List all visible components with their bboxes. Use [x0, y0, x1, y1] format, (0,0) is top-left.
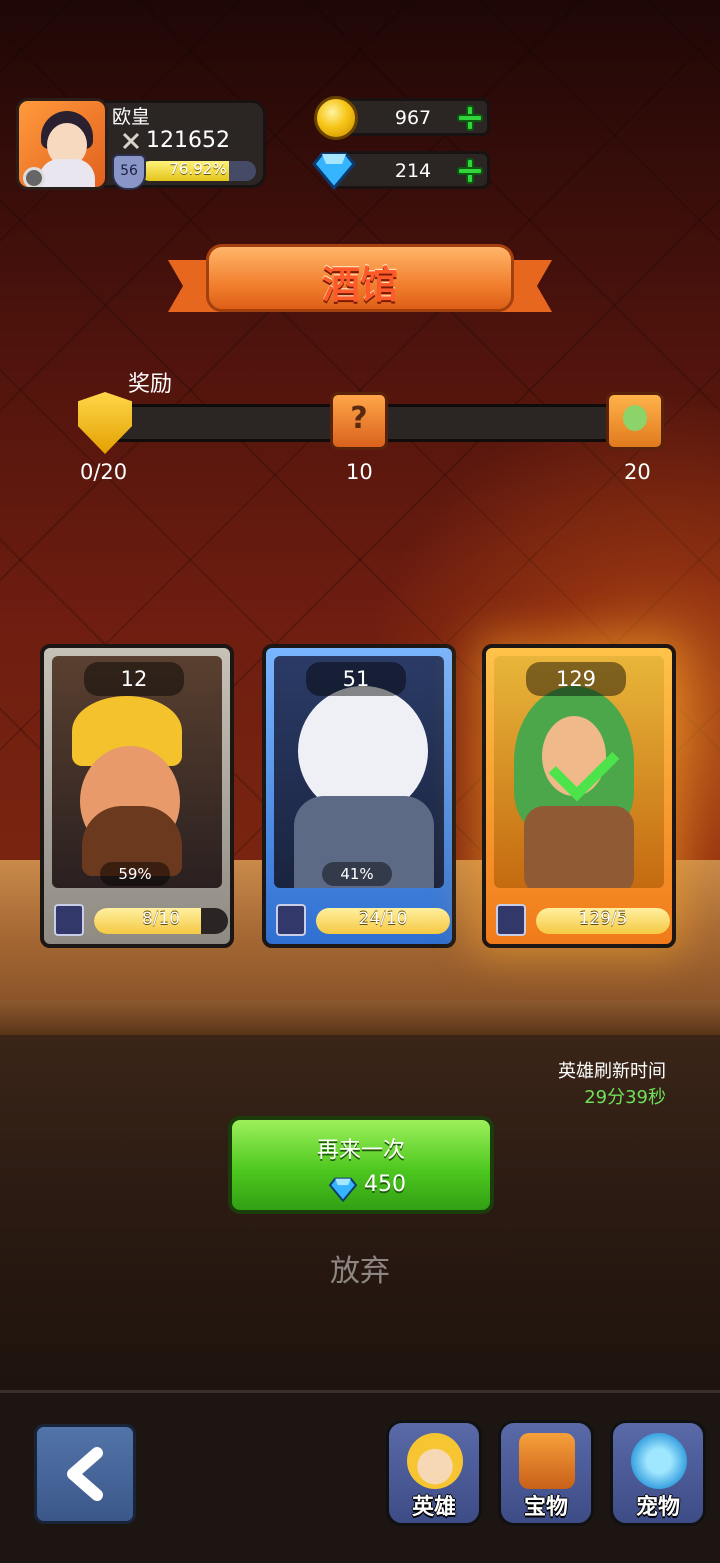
screen-title: 酒馆	[321, 263, 398, 307]
gem-value: 214	[394, 160, 432, 182]
golden-mask-icon	[519, 1433, 575, 1489]
settings-gear-icon[interactable]	[23, 167, 45, 187]
refresh-countdown: 29分39秒	[584, 1087, 666, 1108]
draw-again-cost: 450	[364, 1172, 406, 1197]
give-up-button[interactable]: 放弃	[0, 1246, 720, 1290]
hero-count: 51	[306, 662, 406, 696]
mystery-reward-box[interactable]: ?	[330, 392, 388, 450]
crossed-swords-icon	[122, 132, 140, 150]
hero-portrait-icon	[407, 1433, 463, 1489]
hero-card-elf-druid[interactable]: 129 129/5	[482, 644, 676, 948]
nav-treasure[interactable]: 宝物	[498, 1420, 594, 1526]
back-button[interactable]	[34, 1424, 136, 1524]
draw-again-label: 再来一次	[316, 1138, 405, 1163]
title-banner: 酒馆	[168, 238, 552, 330]
hero-count: 12	[84, 662, 184, 696]
nav-pets-label: 宠物	[635, 1495, 680, 1520]
shard-progress-text: 24/10	[358, 909, 408, 929]
power-value: 121652	[146, 128, 230, 153]
refresh-label: 英雄刷新时间	[558, 1061, 666, 1082]
nav-heroes[interactable]: 英雄	[386, 1420, 482, 1526]
nav-heroes-label: 英雄	[411, 1495, 456, 1520]
hero-chance: 59%	[100, 862, 170, 886]
hero-count: 129	[526, 662, 626, 696]
shard-progress-text: 8/10	[141, 909, 181, 929]
milestone-10-label: 10	[346, 460, 373, 484]
player-avatar[interactable]	[16, 98, 108, 190]
milestone-20-label: 20	[624, 460, 651, 484]
level-shield-badge: 56	[112, 154, 146, 190]
hero-card-cat-warrior[interactable]: 51 41% 24/10	[262, 644, 456, 948]
avatar-body	[39, 159, 95, 187]
draw-again-button[interactable]: 再来一次 450	[228, 1116, 494, 1214]
gold-coin-icon	[314, 96, 358, 140]
add-gold-plus-icon[interactable]	[457, 105, 483, 131]
question-mark-icon: ?	[350, 401, 368, 436]
elf-hero-portrait-icon	[623, 405, 647, 431]
shard-progress-text: 129/5	[578, 909, 628, 929]
reward-label: 奖励	[128, 372, 173, 397]
hero-chance: 41%	[322, 862, 392, 886]
card-deck-icon	[54, 904, 84, 936]
nav-treasure-label: 宝物	[523, 1495, 568, 1520]
card-deck-icon	[496, 904, 526, 936]
xp-percent: 76.92%	[169, 160, 227, 178]
chevron-left-icon	[67, 1447, 103, 1501]
blue-dragon-pet-icon	[631, 1433, 687, 1489]
elf-body	[524, 806, 634, 888]
diamond-icon	[328, 1177, 358, 1202]
nav-pets[interactable]: 宠物	[610, 1420, 706, 1526]
hero-reward-box[interactable]	[606, 392, 664, 450]
reward-progress-text: 0/20	[80, 460, 128, 484]
player-name: 欧皇	[112, 106, 151, 128]
card-deck-icon	[276, 904, 306, 936]
hero-card-miner[interactable]: 12 59% 8/10	[40, 644, 234, 948]
gold-value: 967	[394, 107, 432, 129]
diamond-icon	[312, 152, 356, 190]
add-gems-plus-icon[interactable]	[457, 158, 483, 184]
